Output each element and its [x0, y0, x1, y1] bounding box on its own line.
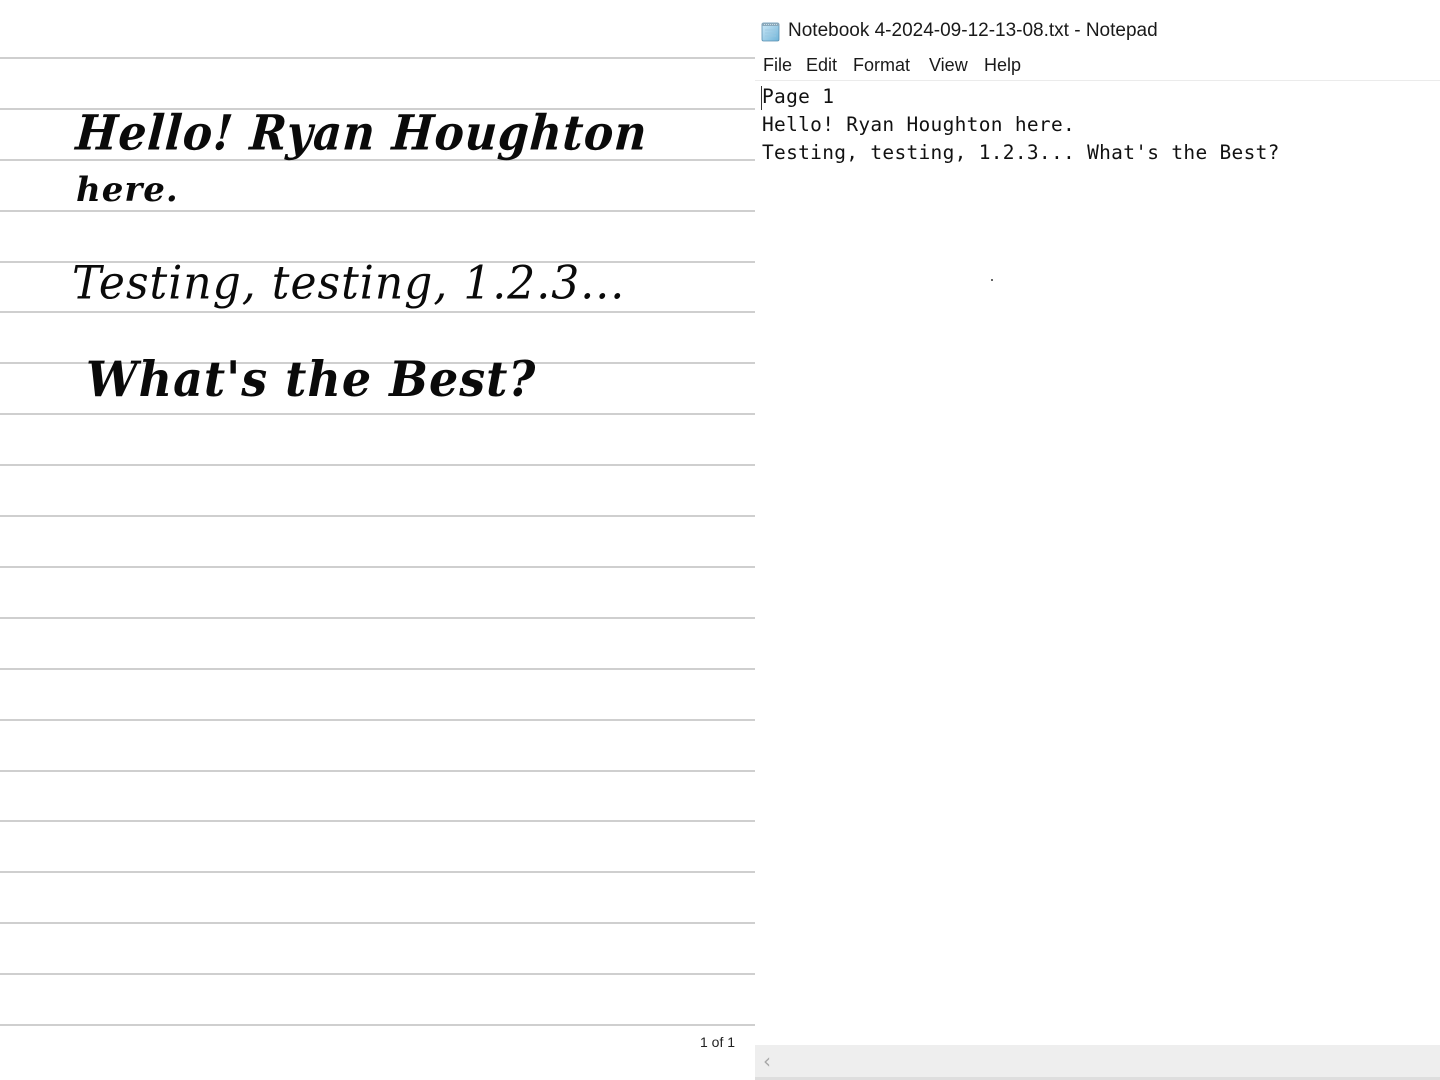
ruled-line — [0, 515, 755, 517]
handwriting-line: Hello! Ryan Houghton — [74, 105, 650, 162]
ruled-line — [0, 922, 755, 924]
ruled-line — [0, 820, 755, 822]
cursor-artifact — [991, 279, 993, 281]
ruled-line — [0, 57, 755, 59]
ruled-line — [0, 1024, 755, 1026]
horizontal-scrollbar[interactable]: ‹ — [755, 1045, 1440, 1080]
ruled-line — [0, 413, 755, 415]
ruled-line — [0, 719, 755, 721]
menu-help[interactable]: Help — [984, 55, 1021, 76]
handwriting-line: What's the Best? — [86, 350, 537, 408]
notepad-window: Notebook 4-2024-09-12-13-08.txt - Notepa… — [755, 0, 1440, 1080]
ruled-line — [0, 871, 755, 873]
handwritten-notebook-page: Hello! Ryan Houghton here. Testing, test… — [0, 0, 755, 1080]
menu-format[interactable]: Format — [853, 55, 910, 76]
page-counter: 1 of 1 — [700, 1034, 736, 1050]
ruled-line — [0, 311, 755, 313]
ruled-line — [0, 566, 755, 568]
menu-bar: File Edit Format View Help — [755, 52, 1440, 81]
menu-file[interactable]: File — [763, 55, 792, 76]
ruled-line — [0, 617, 755, 619]
handwriting-line: Testing, testing, 1.2.3... — [72, 256, 626, 311]
text-caret — [761, 86, 762, 110]
text-editor[interactable]: Page 1 Hello! Ryan Houghton here. Testin… — [755, 81, 1440, 1045]
editor-content[interactable]: Page 1 Hello! Ryan Houghton here. Testin… — [762, 83, 1280, 167]
menu-view[interactable]: View — [929, 55, 968, 76]
handwriting-line: here. — [76, 170, 179, 210]
chevron-left-icon[interactable]: ‹ — [763, 1049, 771, 1073]
notepad-icon — [759, 20, 781, 42]
ruled-line — [0, 210, 755, 212]
ruled-line — [0, 770, 755, 772]
ruled-line — [0, 464, 755, 466]
ruled-line — [0, 668, 755, 670]
menu-edit[interactable]: Edit — [806, 55, 837, 76]
title-bar[interactable]: Notebook 4-2024-09-12-13-08.txt - Notepa… — [755, 0, 1440, 52]
ruled-line — [0, 973, 755, 975]
window-title: Notebook 4-2024-09-12-13-08.txt - Notepa… — [788, 20, 1158, 41]
